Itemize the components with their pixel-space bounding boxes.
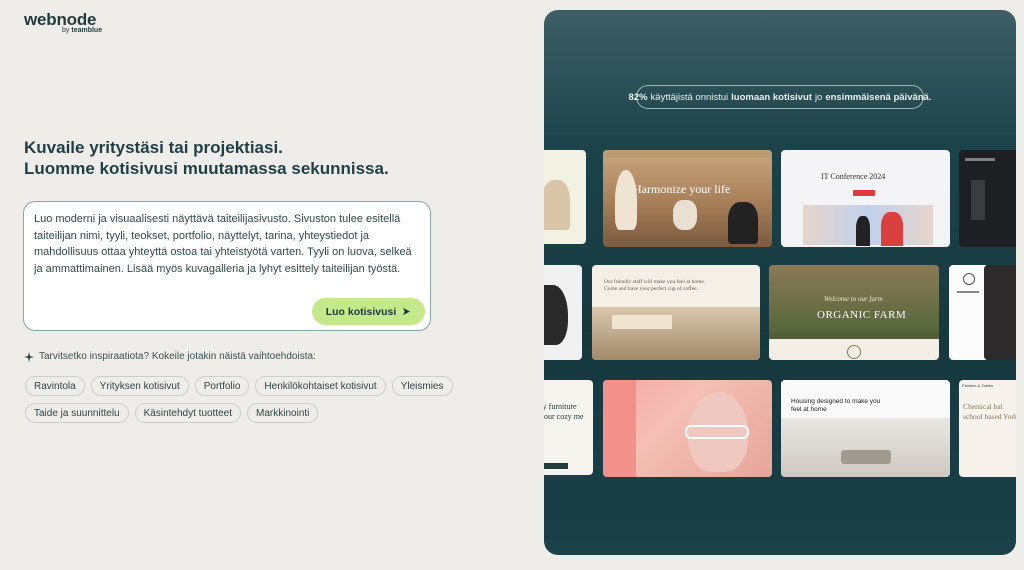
inspiration-hint: Tarvitsetko inspiraatiota? Kokeile jotak… [24,351,316,362]
template-card-chemical: Painters & Tables Chemical bal school ba… [959,380,1016,477]
create-button-label: Luo kotisivusi [325,305,397,318]
template-card-conference: IT Conference 2024 [781,150,950,247]
template-card-pink-portrait [603,380,772,477]
chip-row-2: Taide ja suunnittelu Käsintehdyt tuottee… [25,403,505,423]
chip-portfolio[interactable]: Portfolio [194,376,250,396]
arrow-right-icon [403,307,411,316]
webnode-logo[interactable]: webnode by teamblue [24,10,102,34]
template-card-furniture: ry furniture your cozy me [544,380,593,475]
housing-card-text: Housing designed to make you feel at hom… [791,398,881,413]
yoga-card-title: Harmonize your life [633,182,731,196]
template-card-dark [959,150,1016,247]
logo-sub: by teamblue [62,27,103,34]
sparkle-icon [24,351,34,362]
template-card-farm: Welcome to our farm ORGANIC FARM [769,265,939,360]
template-card-plants [544,150,586,244]
headline-line-2: Luomme kotisivusi muutamassa sekunnissa. [24,159,389,178]
template-card-dark-2 [984,265,1016,360]
chemical-card-text: Chemical bal school based York [963,402,1016,421]
chip-restaurant[interactable]: Ravintola [25,376,85,396]
stat-badge: 82% käyttäjistä onnistui luomaan kotisivut… [629,85,931,109]
chip-handyman[interactable]: Yleismies [391,376,453,396]
chip-business[interactable]: Yrityksen kotisivut [90,376,189,396]
template-card-housing: Housing designed to make you feel at hom… [781,380,950,477]
template-showcase: 82% käyttäjistä onnistui luomaan kotisivut… [544,10,1016,555]
chip-art-design[interactable]: Taide ja suunnittelu [25,403,129,423]
prompt-textarea[interactable]: Luo moderni ja visuaalisesti näyttävä ta… [23,201,431,331]
template-card-yoga: Harmonize your life [603,150,772,247]
chip-marketing[interactable]: Markkinointi [247,403,319,423]
chip-handmade[interactable]: Käsintehdyt tuotteet [134,403,242,423]
headline-line-1: Kuvaile yritystäsi tai projektiasi. [24,138,283,157]
conference-card-title: IT Conference 2024 [821,172,886,181]
inspiration-text: Tarvitsetko inspiraatiota? Kokeile jotak… [39,351,316,362]
cafe-card-text: Our friendly staff will make you feel at… [604,279,706,292]
page-title: Kuvaile yritystäsi tai projektiasi. Luom… [24,137,504,179]
template-card-minimal [949,265,989,360]
farm-card-script: Welcome to our farm [824,295,883,303]
furniture-card-text: ry furniture your cozy me [544,402,584,421]
template-card-portrait [544,265,582,360]
create-website-button[interactable]: Luo kotisivusi [312,298,425,325]
suggestion-chips: Ravintola Yrityksen kotisivut Portfolio … [25,376,505,430]
farm-card-title: ORGANIC FARM [817,309,907,321]
chip-row-1: Ravintola Yrityksen kotisivut Portfolio … [25,376,505,396]
chip-personal[interactable]: Henkilökohtaiset kotisivut [255,376,386,396]
template-card-cafe: Our friendly staff will make you feel at… [592,265,760,360]
prompt-text[interactable]: Luo moderni ja visuaalisesti näyttävä ta… [34,211,422,277]
painter-card-label: Painters & Tables [962,383,994,388]
